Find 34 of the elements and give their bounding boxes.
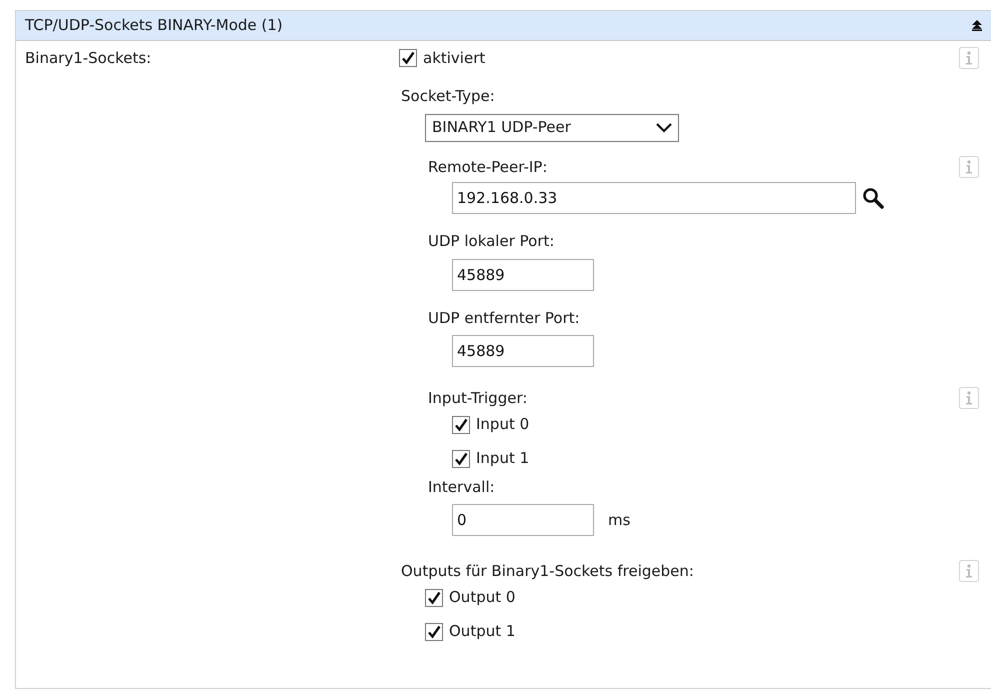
checkbox[interactable] (399, 49, 417, 67)
chevron-down-icon (656, 122, 672, 132)
checkbox[interactable] (452, 450, 470, 468)
checkbox[interactable] (425, 622, 443, 640)
field-label: Intervall: (428, 476, 496, 498)
checkbox[interactable] (452, 416, 470, 434)
checkbox-label: Input 0 (476, 414, 530, 436)
collapse-icon[interactable] (972, 20, 982, 31)
input-field[interactable]: 45889 (452, 335, 594, 367)
checkbox[interactable] (425, 588, 443, 606)
select-dropdown[interactable]: BINARY1 UDP-Peer (425, 114, 679, 142)
input-field[interactable]: 192.168.0.33 (452, 182, 856, 214)
checkbox-label: aktiviert (423, 48, 486, 69)
checkmark-icon (454, 452, 468, 466)
checkmark-icon (427, 590, 441, 604)
checkbox-label: Input 1 (476, 448, 530, 470)
field-label: Input-Trigger: (428, 388, 528, 409)
search-icon[interactable] (862, 187, 884, 209)
input-field[interactable]: 0 (452, 504, 594, 536)
checkmark-icon (401, 51, 415, 65)
checkbox-label: Output 0 (449, 587, 516, 608)
field-label: UDP entfernter Port: (428, 308, 581, 328)
field-label: UDP lokaler Port: (428, 231, 556, 252)
field-label: Remote-Peer-IP: (428, 156, 548, 178)
panel-title: TCP/UDP-Sockets BINARY-Mode (1) (25, 15, 283, 36)
panel-header[interactable]: TCP/UDP-Sockets BINARY-Mode (1) (16, 11, 991, 41)
checkbox-label: Output 1 (449, 621, 516, 642)
unit-label: ms (608, 510, 630, 531)
checkmark-icon (454, 418, 468, 432)
setting-label: Binary1-Sockets: (25, 49, 152, 67)
field-label: Outputs für Binary1-Sockets freigeben: (401, 561, 694, 582)
checkmark-icon (427, 624, 441, 638)
field-label: Socket-Type: (401, 86, 496, 107)
input-field[interactable]: 45889 (452, 258, 594, 290)
